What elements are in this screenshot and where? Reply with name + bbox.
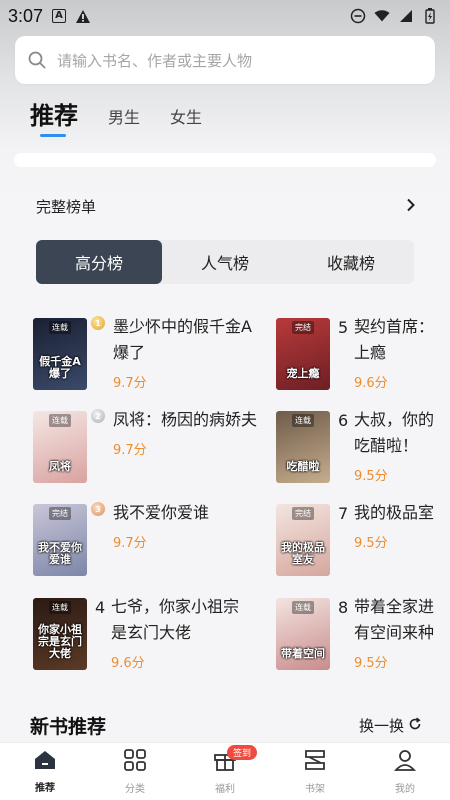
- new-books-title: 新书推荐: [30, 716, 107, 738]
- search-placeholder: 请输入书名、作者或主要人物: [57, 51, 253, 70]
- tab-female[interactable]: 女生: [170, 104, 202, 137]
- segment-top-rated[interactable]: 高分榜: [36, 240, 162, 284]
- book-item-6[interactable]: 连载 吃醋啦 6 大叔，你的吃醋啦！ 9.5分: [276, 410, 448, 484]
- book-cover: 连载 吃醋啦: [276, 411, 330, 483]
- new-books-header: 新书推荐 换一换: [30, 712, 422, 739]
- refresh-icon: [408, 717, 422, 735]
- nav-recommend[interactable]: 推荐: [0, 743, 90, 800]
- book-item-2[interactable]: 连载 凤将 2 凤将：杨因的病娇夫 9.7分: [33, 409, 263, 483]
- book-score: 9.5分: [354, 469, 388, 484]
- nav-mine[interactable]: 我的: [360, 743, 450, 800]
- bookshelf-icon: [303, 748, 327, 776]
- warning-icon: [75, 8, 91, 24]
- book-cover: 完结 宠上瘾: [276, 318, 330, 390]
- book-score: 9.7分: [113, 376, 147, 391]
- chevron-right-icon: [406, 196, 416, 217]
- bottom-navigation: 推荐 分类 签到 福利 书架 我的: [0, 742, 450, 800]
- banner-placeholder: [14, 153, 436, 167]
- segment-favorites[interactable]: 收藏榜: [288, 240, 414, 284]
- book-title: 墨少怀中的假千金A爆了: [113, 317, 252, 362]
- book-score: 9.7分: [113, 536, 147, 551]
- nav-bookshelf[interactable]: 书架: [270, 743, 360, 800]
- ranking-header[interactable]: 完整榜单: [36, 196, 416, 217]
- book-cover: 连载 带着空间: [276, 598, 330, 670]
- rank-number: 6: [338, 411, 349, 430]
- checkin-badge: 签到: [227, 745, 258, 760]
- refresh-button[interactable]: 换一换: [359, 715, 422, 736]
- ranking-segment-control: 高分榜 人气榜 收藏榜: [36, 240, 414, 284]
- rank-medal-bronze-icon: 3: [91, 502, 105, 516]
- book-title: 契约首席：上瘾: [354, 317, 435, 362]
- tab-male[interactable]: 男生: [108, 104, 140, 137]
- rank-number: 7: [338, 504, 349, 523]
- book-cover: 完结 我不爱你爱谁: [33, 504, 87, 576]
- category-tabs: 推荐 男生 女生: [30, 96, 232, 137]
- wifi-icon: [374, 8, 390, 24]
- book-item-4[interactable]: 连载 你家小祖宗是玄门大佬 4 七爷，你家小祖宗是玄门大佬 9.6分: [33, 597, 245, 671]
- battery-icon: [422, 8, 438, 24]
- ranking-title: 完整榜单: [36, 198, 97, 216]
- rank-number: 8: [338, 598, 349, 617]
- signal-icon: [398, 8, 414, 24]
- book-cover: 连载 你家小祖宗是玄门大佬: [33, 598, 87, 670]
- book-score: 9.5分: [354, 536, 388, 551]
- book-item-3[interactable]: 完结 我不爱你爱谁 3 我不爱你爱谁 9.7分: [33, 502, 263, 576]
- book-title: 大叔，你的吃醋啦！: [354, 410, 435, 455]
- user-icon: [393, 748, 417, 776]
- book-title: 我的极品室: [354, 503, 435, 522]
- nav-welfare[interactable]: 签到 福利: [180, 743, 270, 800]
- rank-number: 5: [338, 318, 349, 337]
- app-notification-icon: A: [51, 8, 67, 24]
- book-score: 9.7分: [113, 443, 147, 458]
- book-item-1[interactable]: 连载 假千金A爆了 1 墨少怀中的假千金A爆了 9.7分: [33, 316, 263, 391]
- refresh-label: 换一换: [358, 717, 404, 735]
- book-score: 9.6分: [111, 656, 145, 671]
- tab-recommend[interactable]: 推荐: [30, 96, 78, 137]
- book-title: 七爷，你家小祖宗是玄门大佬: [111, 597, 240, 642]
- book-item-8[interactable]: 连载 带着空间 8 带着全家进有空间来种 9.5分: [276, 597, 448, 671]
- home-icon: [33, 749, 57, 775]
- book-score: 9.6分: [354, 376, 388, 391]
- status-bar: 3:07 A: [0, 0, 450, 32]
- rank-medal-gold-icon: 1: [91, 316, 105, 330]
- book-title: 凤将：杨因的病娇夫: [113, 410, 258, 429]
- segment-popular[interactable]: 人气榜: [162, 240, 288, 284]
- book-cover: 完结 我的极品室友: [276, 504, 330, 576]
- search-bar[interactable]: 请输入书名、作者或主要人物: [15, 36, 435, 84]
- status-time: 3:07: [8, 5, 44, 26]
- book-item-5[interactable]: 完结 宠上瘾 5 契约首席：上瘾 9.6分: [276, 317, 448, 391]
- nav-category[interactable]: 分类: [90, 743, 180, 800]
- search-icon: [27, 50, 47, 70]
- rank-number: 4: [95, 598, 106, 617]
- book-score: 9.5分: [354, 656, 388, 671]
- do-not-disturb-icon: [350, 8, 366, 24]
- book-cover: 连载 假千金A爆了: [33, 318, 87, 390]
- book-title: 我不爱你爱谁: [113, 503, 210, 522]
- book-cover: 连载 凤将: [33, 411, 87, 483]
- rank-medal-silver-icon: 2: [91, 409, 105, 423]
- grid-icon: [123, 748, 147, 776]
- book-item-7[interactable]: 完结 我的极品室友 7 我的极品室 9.5分: [276, 503, 448, 576]
- book-title: 带着全家进有空间来种: [354, 597, 435, 642]
